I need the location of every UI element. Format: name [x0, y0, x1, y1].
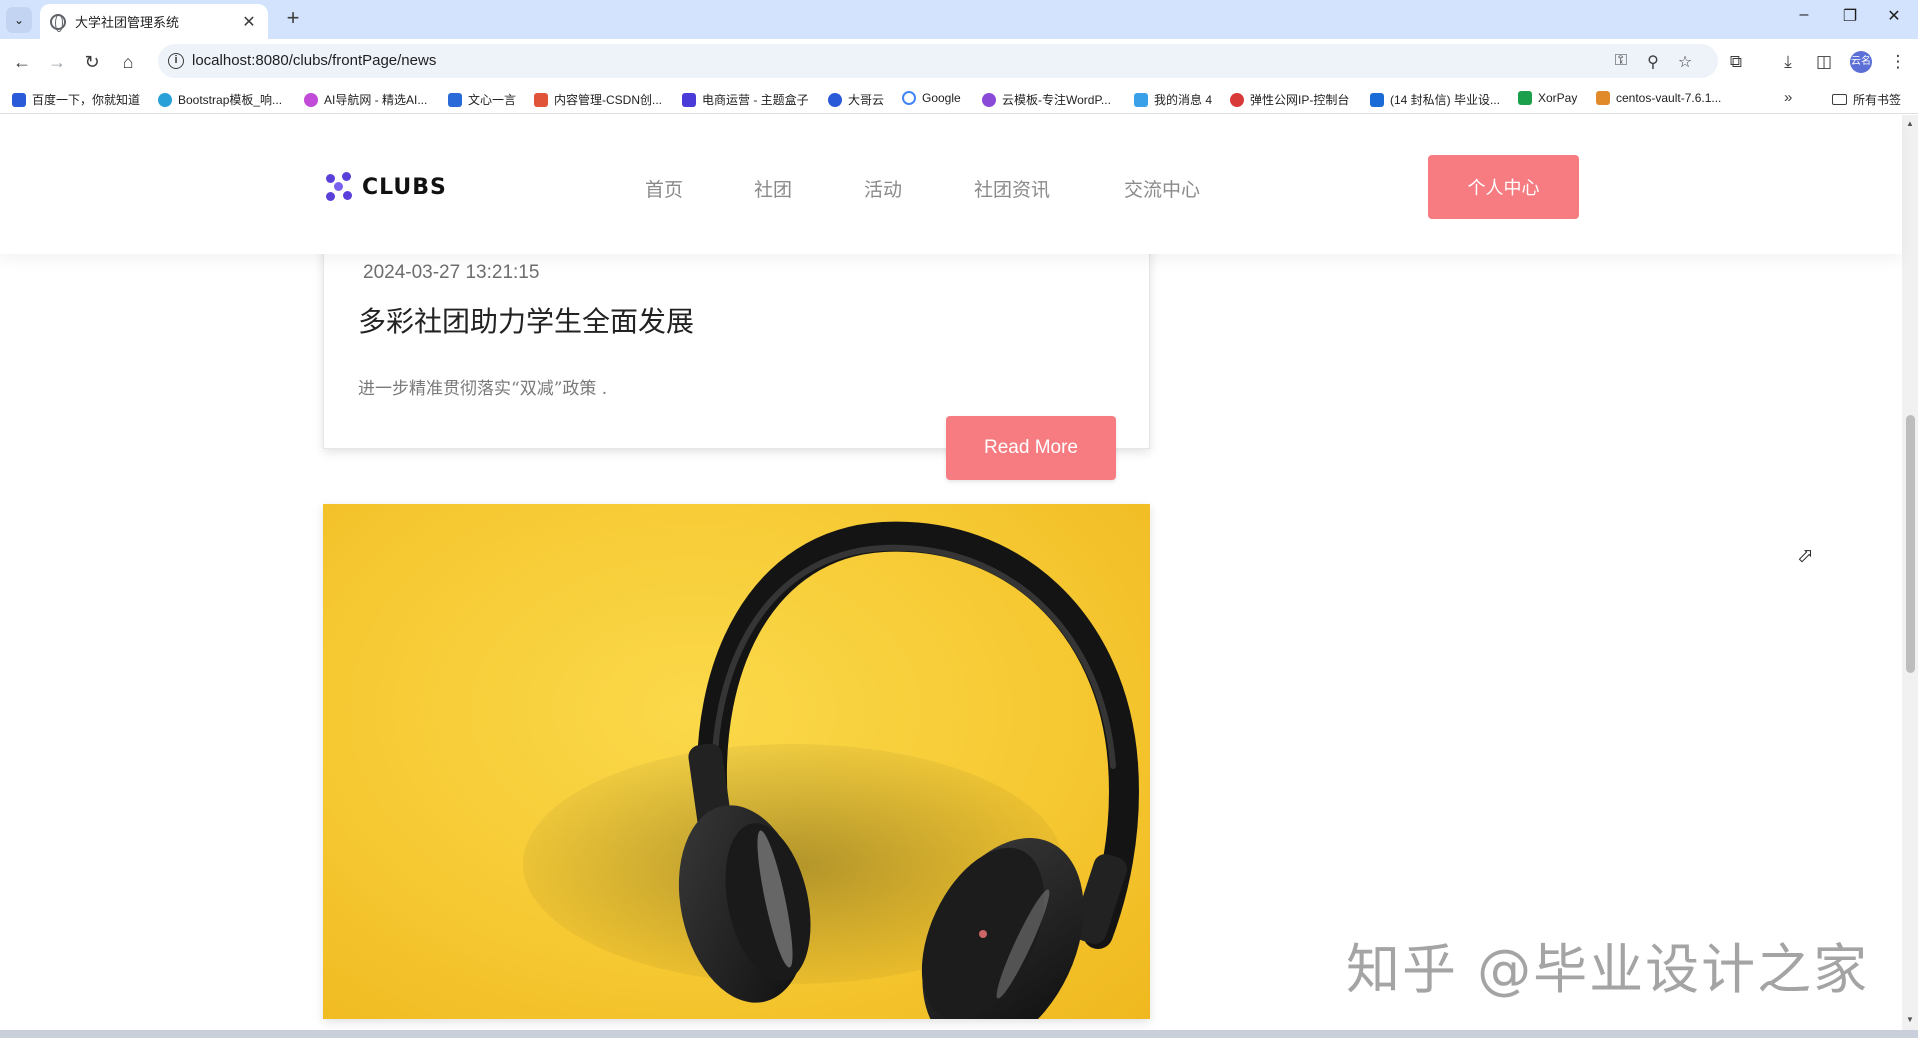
globe-icon [50, 13, 66, 32]
bookmark-favicon-icon [682, 92, 696, 107]
bookmark-item[interactable]: AI导航网 - 精选AI... [304, 91, 427, 108]
bookmark-label: 文心一言 [468, 93, 517, 107]
bookmark-label: AI导航网 - 精选AI... [324, 93, 428, 107]
bookmark-favicon-icon [982, 92, 996, 107]
url-text: localhost:8080/clubs/frontPage/news [192, 52, 437, 69]
nav-home[interactable]: 首页 [645, 175, 683, 202]
bookmark-item[interactable]: XorPay [1518, 91, 1577, 105]
news-excerpt: 进一步精准贯彻落实“双减”政策 . [358, 379, 608, 399]
bookmark-item[interactable]: 我的消息 4 [1134, 91, 1212, 108]
bookmark-favicon-icon [1230, 92, 1244, 107]
site-logo[interactable]: CLUBS [326, 172, 447, 202]
bookmark-label: 云模板-专注WordP... [1002, 93, 1111, 107]
news-date: 2024-03-27 13:21:15 [363, 262, 540, 283]
tab-list-button[interactable]: ⌄ [6, 7, 32, 33]
news-image-headphones[interactable] [323, 504, 1150, 1019]
address-bar[interactable]: i localhost:8080/clubs/frontPage/news ⚿ … [158, 44, 1718, 78]
news-title[interactable]: 多彩社团助力学生全面发展 [358, 300, 694, 340]
bookmark-favicon-icon [448, 92, 462, 107]
menu-icon[interactable]: ⋮ [1884, 48, 1912, 76]
bookmark-label: (14 封私信) 毕业设... [1390, 93, 1501, 107]
password-key-icon[interactable]: ⚿ [1610, 52, 1632, 70]
bookmark-label: 内容管理-CSDN创... [554, 93, 663, 107]
page-scrollbar[interactable]: ▲ ▼ [1902, 115, 1918, 1030]
bookmark-label: 电商运营 - 主题盒子 [702, 93, 809, 107]
new-tab-button[interactable]: + [280, 5, 306, 33]
bookmark-item[interactable]: 电商运营 - 主题盒子 [682, 91, 809, 108]
side-panel-icon[interactable]: ◫ [1810, 48, 1838, 76]
bookmarks-bar: 百度一下，你就知道 Bootstrap模板_响... AI导航网 - 精选AI.… [0, 84, 1918, 114]
bookmark-favicon-icon [534, 92, 548, 107]
bookmark-item[interactable]: (14 封私信) 毕业设... [1370, 91, 1500, 108]
tab-close-icon[interactable]: ✕ [240, 12, 258, 32]
scroll-down-icon[interactable]: ▼ [1906, 1015, 1914, 1024]
bookmark-item[interactable]: Google [902, 91, 961, 105]
bookmark-label: 弹性公网IP-控制台 [1250, 93, 1350, 107]
browser-tab-active[interactable]: 大学社团管理系统 ✕ [40, 4, 268, 39]
folder-icon [1832, 94, 1847, 105]
logo-icon [326, 172, 354, 202]
bookmark-favicon-icon [304, 92, 318, 107]
bookmark-favicon-icon [1518, 91, 1532, 105]
taskbar-strip [0, 1030, 1918, 1038]
bookmark-favicon-icon [158, 92, 172, 107]
home-icon[interactable]: ⌂ [114, 48, 142, 76]
back-icon[interactable]: ← [8, 48, 36, 76]
bookmark-label: 百度一下，你就知道 [32, 93, 141, 107]
bookmark-item[interactable]: 云模板-专注WordP... [982, 91, 1111, 108]
google-icon [902, 91, 916, 105]
watermark-text: 知乎 @毕业设计之家 [1346, 938, 1870, 1001]
read-more-button[interactable]: Read More [946, 416, 1116, 480]
page-viewport: CLUBS 首页 社团 活动 社团资讯 交流中心 个人中心 2024-03-27… [0, 115, 1918, 1030]
minimize-button[interactable]: – [1784, 6, 1824, 24]
bookmark-favicon-icon [12, 92, 26, 107]
more-bookmarks-icon[interactable]: » [1784, 89, 1792, 106]
scrollbar-thumb[interactable] [1906, 415, 1915, 673]
profile-avatar[interactable]: 云名 [1850, 51, 1872, 73]
site-info-icon[interactable]: i [168, 53, 184, 69]
bookmark-label: 大哥云 [848, 93, 885, 107]
bookmark-favicon-icon [828, 92, 842, 107]
nav-club-news[interactable]: 社团资讯 [974, 175, 1050, 202]
bookmark-favicon-icon [1370, 92, 1384, 107]
bookmark-star-icon[interactable]: ☆ [1674, 52, 1696, 71]
scroll-up-icon[interactable]: ▲ [1906, 119, 1914, 128]
nav-clubs[interactable]: 社团 [754, 175, 792, 202]
bookmark-item[interactable]: 内容管理-CSDN创... [534, 91, 662, 108]
forward-icon[interactable]: → [43, 48, 71, 76]
bookmark-favicon-icon [1134, 92, 1148, 107]
bookmark-favicon-icon [1596, 91, 1610, 105]
bookmark-item[interactable]: 弹性公网IP-控制台 [1230, 91, 1349, 108]
bookmark-label: Bootstrap模板_响... [178, 93, 283, 107]
bookmark-item[interactable]: 百度一下，你就知道 [12, 91, 140, 108]
zoom-icon[interactable]: ⚲ [1642, 52, 1664, 71]
browser-tab-bar: ⌄ 大学社团管理系统 ✕ + – ❐ ✕ [0, 0, 1918, 39]
bookmark-label: XorPay [1538, 91, 1578, 105]
bookmark-label: centos-vault-7.6.1... [1616, 91, 1722, 105]
bookmark-label: 我的消息 4 [1154, 93, 1213, 107]
folder-label: 所有书签 [1853, 93, 1902, 107]
reload-icon[interactable]: ↻ [78, 48, 106, 76]
site-header: CLUBS 首页 社团 活动 社团资讯 交流中心 个人中心 [0, 115, 1902, 254]
bookmark-item[interactable]: 文心一言 [448, 91, 516, 108]
extensions-icon[interactable]: ⧉ [1722, 48, 1750, 76]
bookmark-item[interactable]: centos-vault-7.6.1... [1596, 91, 1721, 105]
mouse-cursor-icon: ⬀ [1797, 545, 1814, 567]
tab-title: 大学社团管理系统 [75, 15, 180, 30]
user-center-button[interactable]: 个人中心 [1428, 155, 1579, 219]
download-icon[interactable]: ⤓ [1774, 48, 1802, 76]
close-window-button[interactable]: ✕ [1874, 6, 1914, 26]
logo-text: CLUBS [362, 174, 447, 200]
bookmark-item[interactable]: 大哥云 [828, 91, 884, 108]
all-bookmarks-folder[interactable]: 所有书签 [1832, 91, 1901, 108]
nav-exchange-center[interactable]: 交流中心 [1124, 175, 1200, 202]
browser-toolbar: ← → ↻ ⌂ i localhost:8080/clubs/frontPage… [0, 39, 1918, 84]
nav-activities[interactable]: 活动 [864, 175, 902, 202]
headphones-illustration [523, 521, 1139, 1019]
bookmark-label: Google [922, 91, 961, 105]
bookmark-item[interactable]: Bootstrap模板_响... [158, 91, 282, 108]
restore-button[interactable]: ❐ [1830, 6, 1870, 26]
